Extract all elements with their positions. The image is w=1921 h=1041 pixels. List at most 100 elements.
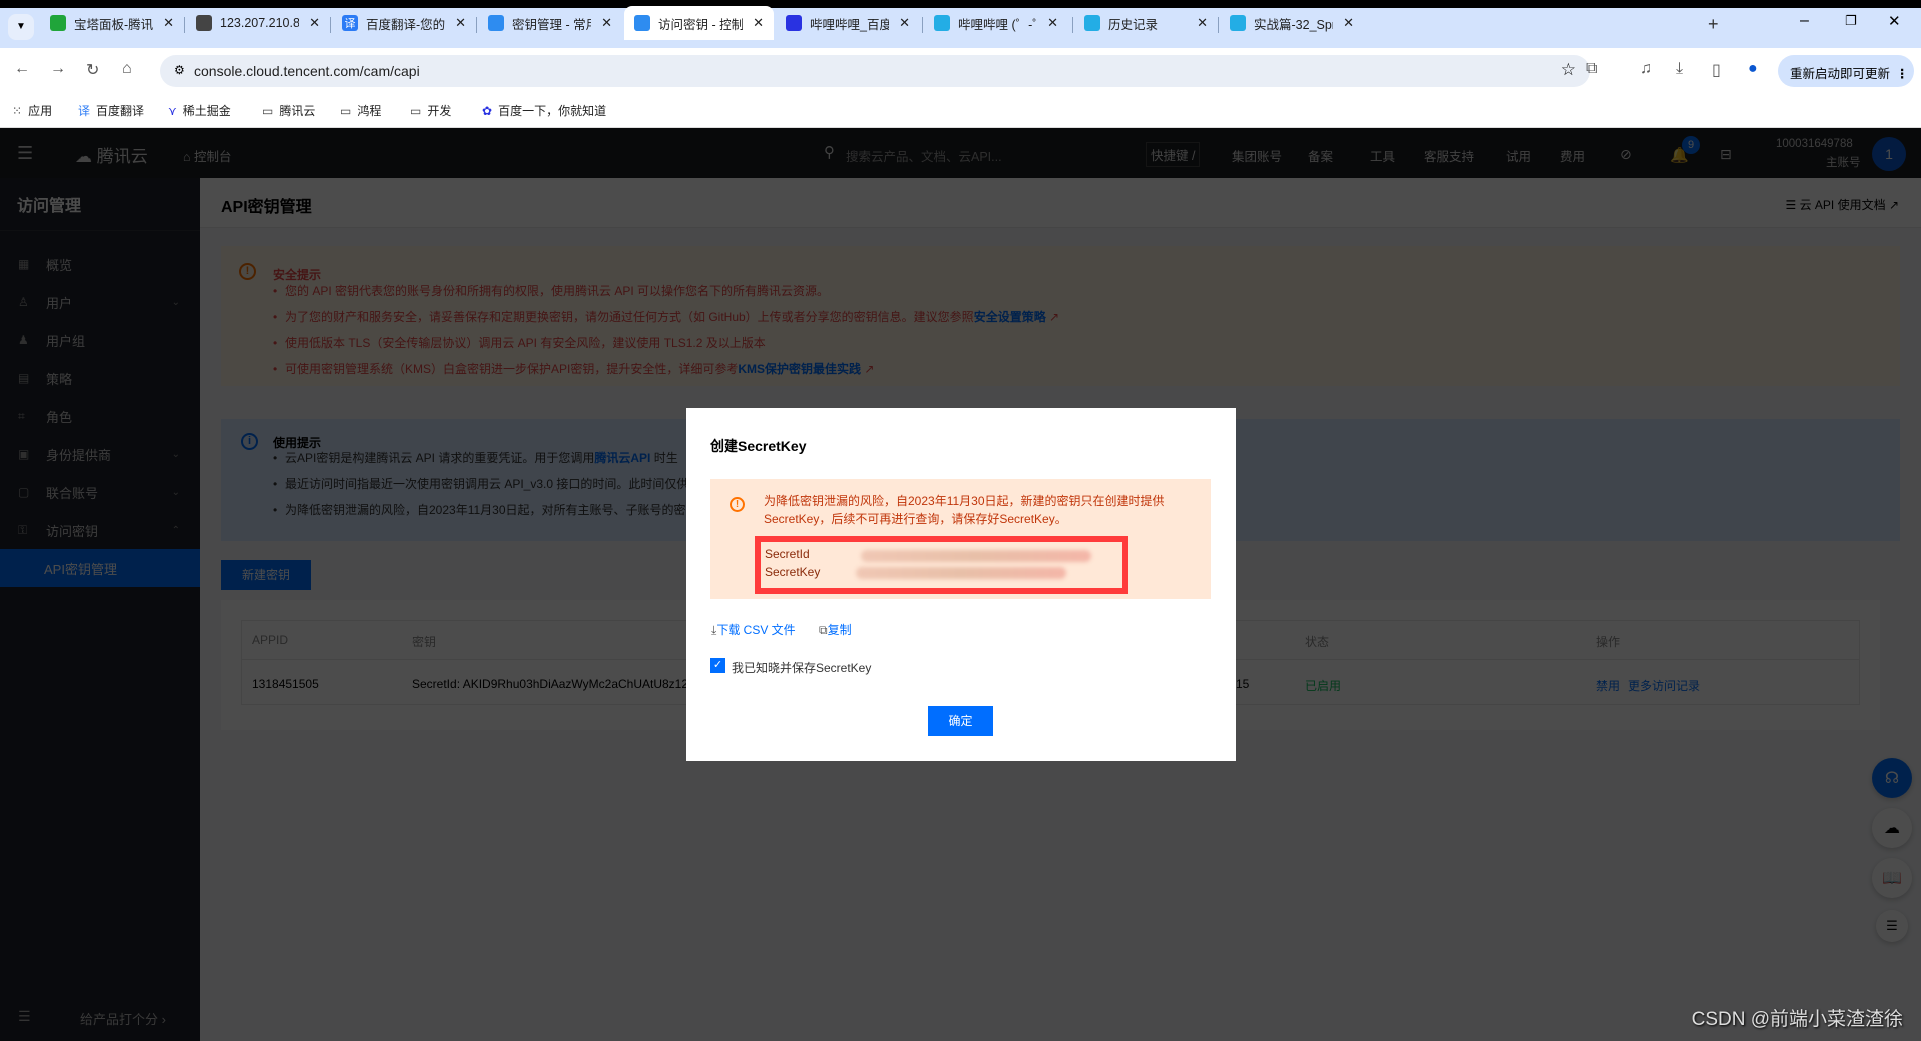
tip-text: 为了您的财产和服务安全，请妥善保存和定期更换密钥，请勿通过任何方式（如 GitH… (285, 310, 974, 324)
col-actions: 操作 (1596, 635, 1621, 649)
topnav-item[interactable]: 集团账号 (1232, 146, 1282, 165)
warning-text: 为降低密钥泄漏的风险，自2023年11月30日起，新建的密钥只在创建时提供Sec… (764, 494, 1165, 526)
sidebar-item[interactable]: ⌗ 角色 (0, 397, 200, 435)
download-csv-link[interactable]: ⤓下载 CSV 文件 (711, 621, 796, 638)
acknowledge-checkbox[interactable]: ✓ (710, 658, 725, 673)
api-doc-label: 云 API 使用文档 (1799, 198, 1886, 212)
confirm-button[interactable]: 确定 (928, 706, 993, 736)
copy-link[interactable]: ⧉复制 (819, 621, 852, 638)
policy-icon: ▤ (18, 371, 30, 385)
page-header: API密钥管理 ☰ 云 API 使用文档 ↗ (200, 178, 1921, 228)
info-icon: i (241, 433, 258, 450)
support-button[interactable]: ☊ (1872, 758, 1912, 798)
tip-text: 云API密钥是构建腾讯云 API 请求的重要凭证。用于您调用 (285, 451, 595, 465)
col-appid: APPID (252, 633, 289, 647)
chevron-down-icon: ⌄ (171, 486, 180, 498)
chevron-right-circle-icon: › (161, 1012, 166, 1027)
avatar[interactable]: 1 (1872, 137, 1906, 171)
feedback-label: 给产品打个分 (80, 1012, 159, 1027)
tip-item: 最近访问时间指最近一次使用密钥调用云 API_v3.0 接口的时间。此时间仅供 (273, 471, 688, 497)
new-key-button[interactable]: 新建密钥 (221, 560, 311, 590)
create-secretkey-dialog: 创建SecretKey ! 为降低密钥泄漏的风险，自2023年11月30日起，新… (686, 408, 1236, 761)
tip-text: 可使用密钥管理系统（KMS）白盒密钥进一步保护API密钥，提升安全性，详细可参考 (285, 362, 739, 376)
redacted-secret-key (856, 567, 1066, 579)
search-icon: ⚲ (824, 144, 835, 161)
status-badge: 已启用 (1305, 679, 1342, 693)
topnav-item[interactable]: 备案 (1308, 146, 1333, 165)
tip-item: 为了您的财产和服务安全，请妥善保存和定期更换密钥，请勿通过任何方式（如 GitH… (273, 304, 1059, 330)
docs-button[interactable]: 📖 (1872, 858, 1912, 898)
tip-text-tail: 时生 (650, 451, 678, 465)
tip-item: 使用低版本 TLS（安全传输层协议）调用云 API 有安全风险，建议使用 TLS… (273, 330, 1059, 356)
sidebar-item-label: 访问密钥 (46, 523, 99, 539)
page-title: API密钥管理 (221, 199, 312, 216)
warning-icon: ! (239, 263, 256, 280)
chevron-down-icon: ⌄ (171, 448, 180, 460)
warning-box: ! 为降低密钥泄漏的风险，自2023年11月30日起，新建的密钥只在创建时提供S… (710, 479, 1211, 599)
cloud-notice-button[interactable]: ☁ (1872, 808, 1912, 848)
tip-link[interactable]: 腾讯云API (594, 451, 650, 465)
tip-text: 为降低密钥泄漏的风险，自2023年11月30日起，对所有主账号、子账号的密 (285, 503, 686, 517)
sidebar-item-label: 身份提供商 (46, 447, 112, 463)
sidebar-item[interactable]: ▤ 策略 (0, 359, 200, 397)
sidebar-item-label: 用户组 (46, 333, 86, 349)
more-access-records-link[interactable]: 更多访问记录 (1628, 677, 1700, 694)
global-search-input[interactable]: 搜索云产品、文档、云API... (846, 146, 1002, 165)
user-icon: ♙ (18, 295, 29, 309)
brand-name: 腾讯云 (96, 147, 148, 166)
tip-link[interactable]: KMS保护密钥最佳实践 (738, 362, 861, 376)
topnav-item[interactable]: 试用 (1506, 146, 1531, 165)
topnav-item[interactable]: 客服支持 (1424, 146, 1474, 165)
sidebar-item-label: 用户 (46, 295, 73, 311)
role-icon: ⌗ (18, 408, 25, 423)
shortcut-hint: 快捷键 / (1146, 142, 1201, 167)
console-home-link[interactable]: ⌂ 控制台 (183, 146, 232, 165)
sidebar-item-label: 联合账号 (46, 485, 99, 501)
cell-time: 15 (1236, 677, 1250, 691)
copy-label: 复制 (827, 623, 852, 637)
ai-icon[interactable]: ⊘ (1620, 146, 1632, 163)
collapse-sidebar-icon[interactable]: ☰ (18, 1008, 31, 1025)
grid-icon: ▦ (18, 257, 30, 271)
sidebar-item[interactable]: ♟ 用户组 (0, 321, 200, 359)
tip-text: 最近访问时间指最近一次使用密钥调用云 API_v3.0 接口的时间。此时间仅供 (285, 477, 689, 491)
sidebar-item[interactable]: API密钥管理 (0, 549, 200, 587)
cell-appid: 1318451505 (252, 677, 319, 691)
tencent-cloud-logo[interactable]: ☁ 腾讯云 (75, 142, 148, 167)
external-link-icon: ↗ (861, 362, 875, 376)
secret-id-label: SecretId (765, 547, 810, 561)
topnav-item[interactable]: 工具 (1370, 146, 1395, 165)
sidebar-item[interactable]: ▢ 联合账号 ⌄ (0, 473, 200, 511)
api-doc-link[interactable]: ☰ 云 API 使用文档 ↗ (1786, 196, 1900, 213)
cart-icon[interactable]: ⊟ (1720, 146, 1732, 163)
secret-highlight-box: SecretId SecretKey (755, 536, 1128, 594)
warning-icon: ! (730, 497, 745, 512)
disable-link[interactable]: 禁用 (1596, 677, 1620, 694)
sidebar-item[interactable]: ▦ 概览 (0, 245, 200, 283)
key-icon: ⚿ (18, 522, 28, 537)
sidebar-item[interactable]: ⚿ 访问密钥 ⌃ (0, 511, 200, 549)
feedback-link[interactable]: 给产品打个分 › (80, 1009, 166, 1028)
tip-item: 可使用密钥管理系统（KMS）白盒密钥进一步保护API密钥，提升安全性，详细可参考… (273, 356, 1059, 382)
sidebar-item[interactable]: ▣ 身份提供商 ⌄ (0, 435, 200, 473)
watermark: CSDN @前端小菜渣渣徐 (1691, 1009, 1903, 1030)
sidebar-item-label: 策略 (46, 371, 73, 387)
sidebar-item[interactable]: ♙ 用户 ⌄ (0, 283, 200, 321)
tip-item: 您的 API 密钥代表您的账号身份和所拥有的权限，使用腾讯云 API 可以操作您… (273, 278, 1059, 304)
toc-button[interactable]: ☰ (1876, 910, 1908, 942)
acknowledge-label[interactable]: 我已知晓并保存SecretKey (732, 659, 871, 676)
account-id[interactable]: 100031649788 (1776, 138, 1853, 150)
sidebar-item-label: 概览 (46, 257, 73, 273)
secret-key-label: SecretKey (765, 565, 821, 579)
notification-badge: 9 (1682, 136, 1700, 154)
topnav-item[interactable]: 费用 (1560, 146, 1585, 165)
col-key: 密钥 (412, 635, 437, 649)
users-icon: ♟ (18, 333, 29, 347)
tip-link[interactable]: 安全设置策略 (974, 310, 1046, 324)
chevron-up-icon: ⌃ (171, 524, 180, 536)
chevron-down-icon: ⌄ (171, 296, 180, 308)
federated-icon: ▢ (18, 485, 30, 499)
hamburger-icon[interactable]: ☰ (17, 143, 33, 164)
download-csv-label: 下载 CSV 文件 (716, 623, 796, 637)
tip-item: 云API密钥是构建腾讯云 API 请求的重要凭证。用于您调用腾讯云API 时生 (273, 445, 688, 471)
